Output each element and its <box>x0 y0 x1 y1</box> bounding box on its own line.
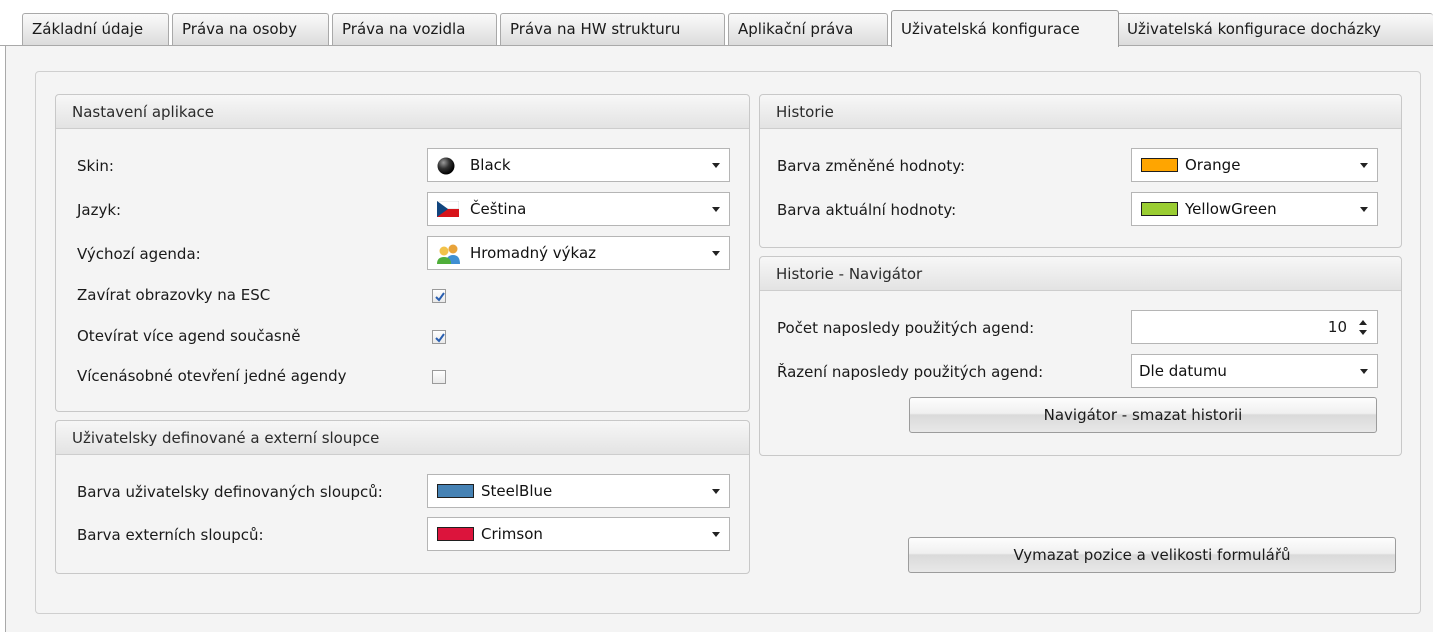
czech-flag-icon <box>436 200 460 221</box>
current-value-color-select[interactable]: YellowGreen <box>1131 192 1378 226</box>
tab-zakladni-udaje[interactable]: Základní údaje <box>22 13 169 45</box>
users-group-icon <box>437 243 461 269</box>
chevron-down-icon[interactable] <box>712 489 720 494</box>
default-agenda-value: Hromadný výkaz <box>470 244 597 262</box>
multi-open-checkbox[interactable] <box>432 330 446 344</box>
check-icon <box>435 292 445 302</box>
external-columns-color-label: Barva externích sloupců: <box>77 526 264 544</box>
multi-open-label: Otevírat více agend současně <box>77 327 301 345</box>
language-label: Jazyk: <box>77 201 122 219</box>
configuration-panel: Nastavení aplikace Skin: Black Jazyk: Če… <box>35 71 1421 614</box>
color-swatch <box>437 527 474 541</box>
recent-agendas-count-value: 10 <box>1327 318 1347 336</box>
chevron-down-icon[interactable] <box>712 163 720 168</box>
changed-value-color-value: Orange <box>1185 156 1241 174</box>
recent-agendas-count-spinner[interactable]: 10 <box>1131 310 1378 344</box>
current-value-color-value: YellowGreen <box>1185 200 1277 218</box>
user-columns-color-value: SteelBlue <box>481 482 553 500</box>
tab-prava-na-hw-strukturu[interactable]: Práva na HW strukturu <box>500 13 725 45</box>
history-group: Historie Barva změněné hodnoty: Orange B… <box>759 94 1402 248</box>
recent-agendas-sort-value: Dle datumu <box>1139 362 1227 380</box>
check-icon <box>435 333 445 343</box>
language-value: Čeština <box>470 200 527 218</box>
tab-prava-na-osoby[interactable]: Práva na osoby <box>172 13 329 45</box>
close-on-esc-checkbox[interactable] <box>432 289 446 303</box>
user-columns-color-select[interactable]: SteelBlue <box>427 474 730 508</box>
recent-agendas-count-label: Počet naposledy použitých agend: <box>777 319 1035 337</box>
changed-value-color-select[interactable]: Orange <box>1131 148 1378 182</box>
app-settings-title: Nastavení aplikace <box>56 95 749 129</box>
color-swatch <box>1141 158 1178 172</box>
chevron-down-icon[interactable] <box>1360 207 1368 212</box>
columns-group: Uživatelsky definované a externí sloupce… <box>55 420 750 574</box>
language-select[interactable]: Čeština <box>427 192 730 226</box>
spin-up-icon[interactable] <box>1359 320 1367 325</box>
repeat-open-label: Vícenásobné otevření jedné agendy <box>77 367 347 385</box>
columns-title: Uživatelsky definované a externí sloupce <box>56 421 749 455</box>
spin-down-icon[interactable] <box>1359 330 1367 335</box>
external-columns-color-value: Crimson <box>481 525 543 543</box>
tab-aplikacni-prava[interactable]: Aplikační práva <box>728 13 888 45</box>
black-sphere-icon <box>437 157 455 179</box>
app-settings-group: Nastavení aplikace Skin: Black Jazyk: Če… <box>55 94 750 412</box>
close-on-esc-label: Zavírat obrazovky na ESC <box>77 286 271 304</box>
default-agenda-select[interactable]: Hromadný výkaz <box>427 236 730 270</box>
tab-content: Nastavení aplikace Skin: Black Jazyk: Če… <box>5 46 1433 632</box>
recent-agendas-sort-select[interactable]: Dle datumu <box>1131 354 1378 388</box>
chevron-down-icon[interactable] <box>712 251 720 256</box>
external-columns-color-select[interactable]: Crimson <box>427 517 730 551</box>
navigator-group: Historie - Navigátor Počet naposledy pou… <box>759 256 1402 456</box>
tab-uzivatelska-konfigurace-dochazky[interactable]: Uživatelská konfigurace docházky <box>1117 13 1433 45</box>
navigator-clear-history-button[interactable]: Navigátor - smazat historii <box>909 397 1377 433</box>
default-agenda-label: Výchozí agenda: <box>77 245 201 263</box>
skin-label: Skin: <box>77 157 114 175</box>
skin-select[interactable]: Black <box>427 148 730 182</box>
recent-agendas-sort-label: Řazení naposledy použitých agend: <box>777 363 1044 381</box>
user-columns-color-label: Barva uživatelsky definovaných sloupců: <box>77 483 383 501</box>
tab-uzivatelska-konfigurace[interactable]: Uživatelská konfigurace <box>891 10 1119 47</box>
history-title: Historie <box>760 95 1401 129</box>
chevron-down-icon[interactable] <box>712 207 720 212</box>
chevron-down-icon[interactable] <box>1360 163 1368 168</box>
navigator-title: Historie - Navigátor <box>760 257 1401 291</box>
skin-value: Black <box>470 156 511 174</box>
chevron-down-icon[interactable] <box>1360 369 1368 374</box>
chevron-down-icon[interactable] <box>712 532 720 537</box>
changed-value-color-label: Barva změněné hodnoty: <box>777 157 966 175</box>
reset-form-positions-button[interactable]: Vymazat pozice a velikosti formulářů <box>908 537 1396 573</box>
repeat-open-checkbox[interactable] <box>432 370 446 384</box>
tab-prava-na-vozidla[interactable]: Práva na vozidla <box>332 13 497 45</box>
current-value-color-label: Barva aktuální hodnoty: <box>777 201 957 219</box>
color-swatch <box>1141 202 1178 216</box>
tab-strip: Základní údaje Práva na osoby Práva na v… <box>0 0 1433 47</box>
color-swatch <box>437 484 474 498</box>
